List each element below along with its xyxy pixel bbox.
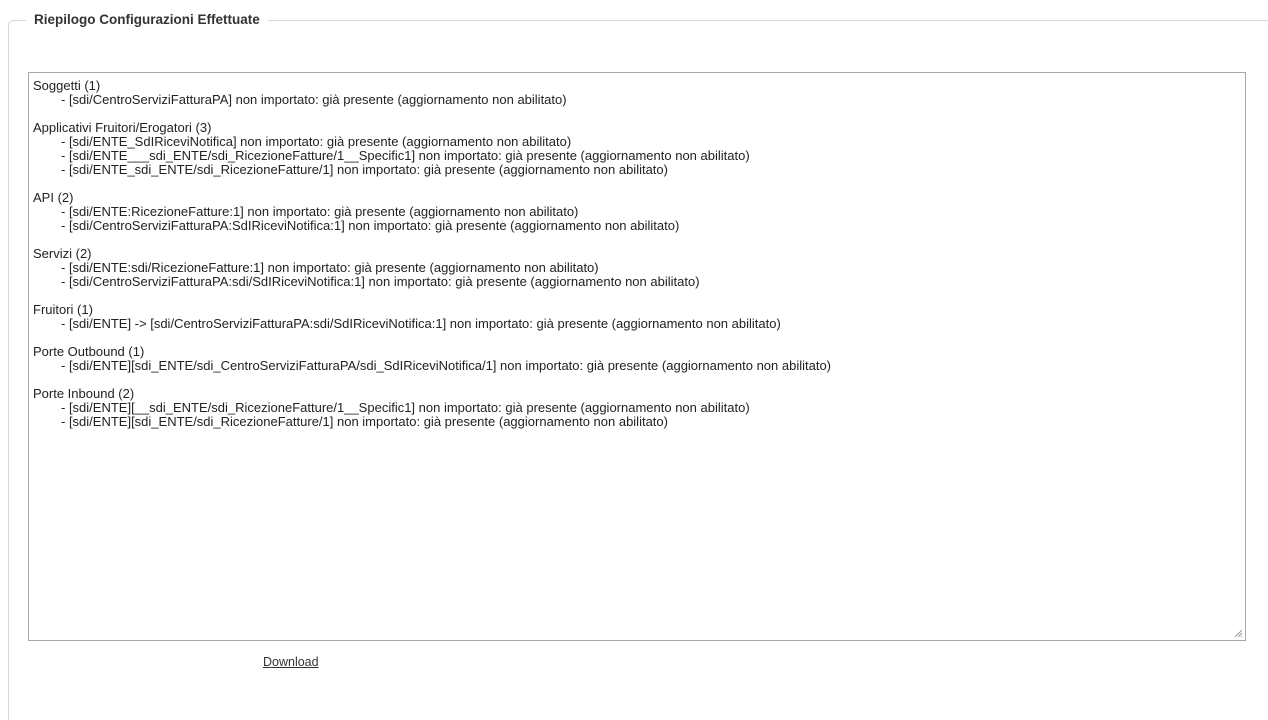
summary-sections: Soggetti (1) - [sdi/CentroServiziFatturaP… [33,79,1241,429]
section-item: - [sdi/ENTE] -> [sdi/CentroServiziFattur… [61,316,781,331]
section-title: Porte Inbound (2) [33,386,135,401]
download-link[interactable]: Download [263,655,319,669]
section-title: Porte Outbound (1) [33,344,145,359]
summary-textarea[interactable]: Soggetti (1) - [sdi/CentroServiziFatturaP… [28,72,1246,641]
section-title: Soggetti (1) [33,78,101,93]
summary-section: Fruitori (1) - [sdi/ENTE] -> [sdi/CentroS… [33,303,1241,331]
summary-section: Servizi (2) - [sdi/ENTE:sdi/RicezioneFatt… [33,247,1241,289]
section-item: - [sdi/ENTE][sdi_ENTE/sdi_RicezioneFattu… [61,414,668,429]
summary-section: API (2) - [sdi/ENTE:RicezioneFatture:1] n… [33,191,1241,233]
section-item: - [sdi/CentroServiziFatturaPA:SdIRiceviN… [61,218,680,233]
section-item: - [sdi/ENTE][__sdi_ENTE/sdi_RicezioneFat… [61,400,750,415]
section-title: Fruitori (1) [33,302,93,317]
panel-legend: Riepilogo Configurazioni Effettuate [26,10,268,30]
resize-grip-icon[interactable] [1233,628,1243,638]
section-item: - [sdi/CentroServiziFatturaPA:sdi/SdIRic… [61,274,700,289]
section-title: Applicativi Fruitori/Erogatori (3) [33,120,212,135]
section-item: - [sdi/ENTE_sdi_ENTE/sdi_RicezioneFattur… [61,162,668,177]
summary-section: Applicativi Fruitori/Erogatori (3) - [sdi… [33,121,1241,177]
summary-section: Soggetti (1) - [sdi/CentroServiziFatturaP… [33,79,1241,107]
section-item: - [sdi/ENTE][sdi_ENTE/sdi_CentroServiziF… [61,358,832,373]
summary-section: Porte Inbound (2) - [sdi/ENTE][__sdi_ENTE… [33,387,1241,429]
section-item: - [sdi/ENTE___sdi_ENTE/sdi_RicezioneFatt… [61,148,750,163]
section-item: - [sdi/ENTE:RicezioneFatture:1] non impo… [61,204,579,219]
section-item: - [sdi/ENTE:sdi/RicezioneFatture:1] non … [61,260,599,275]
section-item: - [sdi/ENTE_SdIRiceviNotifica] non impor… [61,134,572,149]
summary-section: Porte Outbound (1) - [sdi/ENTE][sdi_ENTE/… [33,345,1241,373]
section-item: - [sdi/CentroServiziFatturaPA] non impor… [61,92,567,107]
section-title: Servizi (2) [33,246,92,261]
section-title: API (2) [33,190,74,205]
